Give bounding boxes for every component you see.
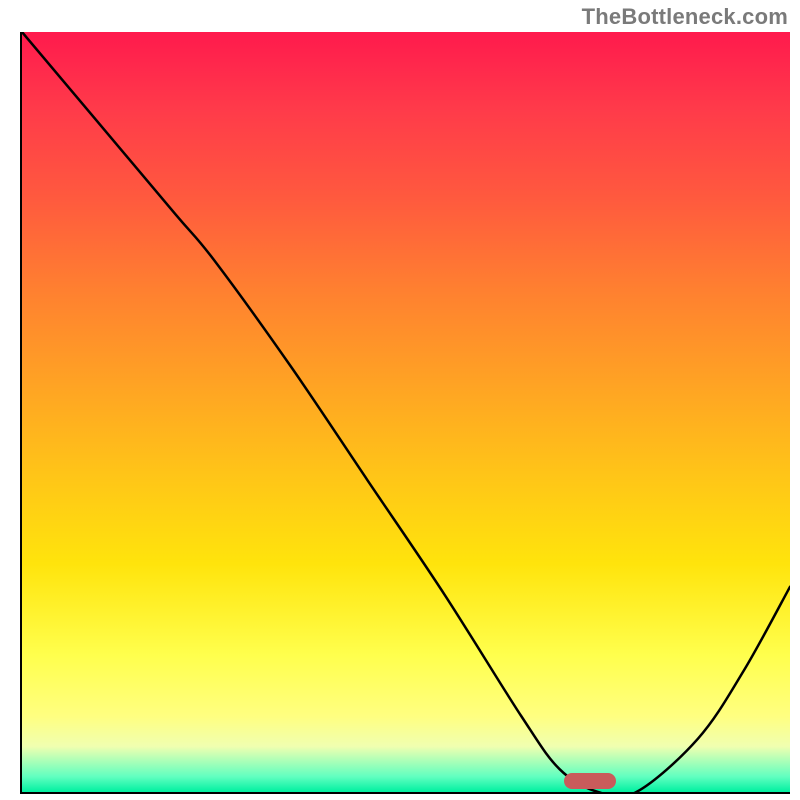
chart-frame: TheBottleneck.com: [0, 0, 800, 800]
plot-area: [20, 32, 790, 794]
watermark-text: TheBottleneck.com: [582, 4, 788, 30]
bottleneck-curve: [22, 32, 790, 792]
target-marker: [564, 773, 616, 789]
